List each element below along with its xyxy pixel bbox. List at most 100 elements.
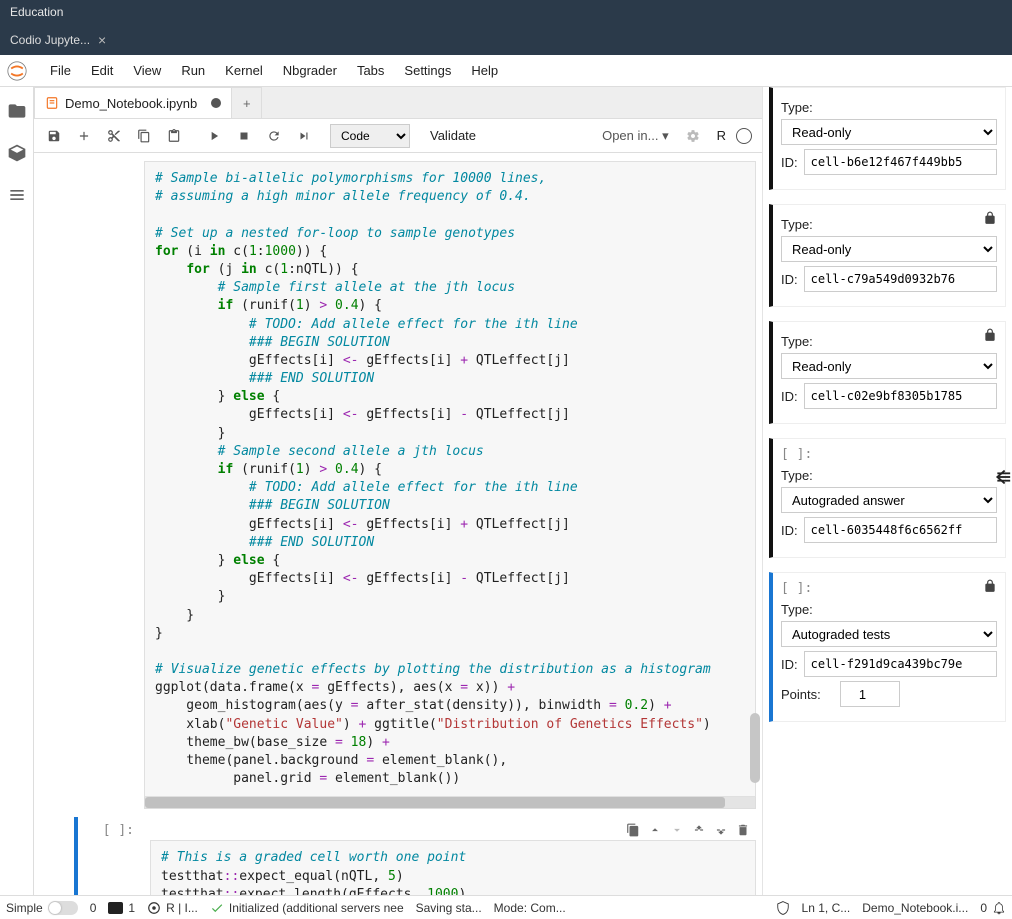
chevron-down-icon: ▾ (662, 128, 669, 143)
status-lsp: Initialized (additional servers nee (210, 901, 404, 915)
nbgrader-panel[interactable]: Type:Read-onlyID:Type:Read-onlyID:Type:R… (762, 87, 1012, 895)
kernel-icon (147, 901, 161, 915)
menu-nbgrader[interactable]: Nbgrader (273, 55, 347, 86)
run-button[interactable] (200, 123, 228, 149)
save-button[interactable] (40, 123, 68, 149)
menu-kernel[interactable]: Kernel (215, 55, 273, 86)
vertical-scrollbar[interactable] (750, 713, 760, 783)
add-tab-button[interactable]: + (232, 87, 262, 118)
id-input[interactable] (804, 517, 997, 543)
id-input[interactable] (804, 383, 997, 409)
gear-icon[interactable] (679, 123, 707, 149)
nbgrader-card: [ ]:Type:Autograded answerID: (769, 438, 1006, 558)
points-input[interactable] (840, 681, 900, 707)
duplicate-icon[interactable] (626, 823, 640, 840)
restart-button[interactable] (260, 123, 288, 149)
horizontal-scrollbar[interactable] (144, 797, 756, 809)
type-label: Type: (781, 334, 813, 349)
cell-prompt (74, 161, 144, 809)
status-kernel[interactable]: R | I... (147, 901, 198, 915)
side-handle-icon[interactable] (990, 466, 1012, 488)
type-select[interactable]: Autograded tests (781, 621, 997, 647)
open-in-dropdown[interactable]: Open in... ▾ (594, 128, 677, 144)
type-select[interactable]: Autograded answer (781, 487, 997, 513)
menu-tabs[interactable]: Tabs (347, 55, 394, 86)
notebook-tabs: Demo_Notebook.ipynb + (34, 87, 762, 119)
id-input[interactable] (804, 651, 997, 677)
id-input[interactable] (804, 149, 997, 175)
cut-button[interactable] (100, 123, 128, 149)
kernel-name[interactable]: R (709, 128, 734, 143)
add-cell-button[interactable] (70, 123, 98, 149)
menu-file[interactable]: File (40, 55, 81, 86)
menu-bar-container: FileEditViewRunKernelNbgraderTabsSetting… (0, 55, 1012, 87)
notebook-tab[interactable]: Demo_Notebook.ipynb (34, 87, 232, 118)
code-editor[interactable]: # This is a graded cell worth one point … (150, 840, 756, 895)
insert-above-icon[interactable] (692, 823, 706, 840)
notebook-toolbar: Code Validate Open in... ▾ R (34, 119, 762, 153)
window-title: Education (10, 5, 63, 19)
type-select[interactable]: Read-only (781, 353, 997, 379)
id-label: ID: (781, 389, 798, 404)
type-select[interactable]: Read-only (781, 119, 997, 145)
app-tab-codio[interactable]: Codio Jupyte... × (0, 24, 116, 55)
insert-below-icon[interactable] (714, 823, 728, 840)
notebook-icon (45, 96, 59, 110)
terminal-icon (108, 902, 123, 914)
cell-prompt: [ ]: (74, 819, 144, 895)
menu-edit[interactable]: Edit (81, 55, 123, 86)
folder-icon[interactable] (7, 101, 27, 121)
menu-settings[interactable]: Settings (394, 55, 461, 86)
nbgrader-card: Type:Read-onlyID: (769, 204, 1006, 307)
simple-mode-toggle[interactable]: Simple (6, 901, 78, 915)
copy-button[interactable] (130, 123, 158, 149)
status-trusted[interactable] (776, 901, 790, 915)
id-label: ID: (781, 523, 798, 538)
card-prompt: [ ]: (781, 447, 997, 462)
card-prompt: [ ]: (781, 581, 997, 596)
menu-run[interactable]: Run (171, 55, 215, 86)
run-all-button[interactable] (290, 123, 318, 149)
delete-icon[interactable] (736, 823, 750, 840)
code-cell[interactable]: # Sample bi-allelic polymorphisms for 10… (34, 153, 762, 811)
bell-icon (992, 901, 1006, 915)
menu-help[interactable]: Help (461, 55, 508, 86)
validate-button[interactable]: Validate (422, 128, 484, 143)
id-input[interactable] (804, 266, 997, 292)
lock-icon (983, 579, 997, 593)
nbgrader-card: Type:Read-onlyID: (769, 87, 1006, 190)
points-label: Points: (781, 687, 821, 702)
id-label: ID: (781, 155, 798, 170)
status-zero: 0 (90, 901, 97, 915)
code-cell-active[interactable]: [ ]: # This is a graded cell worth one p… (34, 811, 762, 895)
move-up-icon[interactable] (648, 823, 662, 840)
left-rail (0, 87, 34, 895)
cell-type-select[interactable]: Code (330, 124, 410, 148)
type-label: Type: (781, 602, 813, 617)
running-icon[interactable] (7, 143, 27, 163)
toc-icon[interactable] (7, 185, 27, 205)
type-select[interactable]: Read-only (781, 236, 997, 262)
status-notifications[interactable]: 0 (980, 901, 1006, 915)
unsaved-dot-icon (211, 98, 221, 108)
lock-icon (983, 328, 997, 342)
lock-icon (983, 211, 997, 225)
menu-view[interactable]: View (123, 55, 171, 86)
close-icon[interactable]: × (98, 32, 106, 48)
jupyter-logo (0, 55, 34, 86)
paste-button[interactable] (160, 123, 188, 149)
nbgrader-card: [ ]:Type:Autograded testsID:Points: (769, 572, 1006, 722)
status-terminals[interactable]: 1 (108, 901, 135, 915)
status-saving: Saving sta... (416, 901, 482, 915)
stop-button[interactable] (230, 123, 258, 149)
status-bar: Simple 0 1 R | I... Initialized (additio… (0, 895, 1012, 919)
status-file: Demo_Notebook.i... (862, 901, 968, 915)
menu-bar: FileEditViewRunKernelNbgraderTabsSetting… (34, 55, 508, 86)
notebook-body[interactable]: # Sample bi-allelic polymorphisms for 10… (34, 153, 762, 895)
code-editor[interactable]: # Sample bi-allelic polymorphisms for 10… (144, 161, 756, 797)
status-mode: Mode: Com... (494, 901, 566, 915)
cell-toolbar (150, 819, 756, 840)
move-down-icon[interactable] (670, 823, 684, 840)
lsp-icon (210, 901, 224, 915)
toggle-icon[interactable] (48, 901, 78, 915)
